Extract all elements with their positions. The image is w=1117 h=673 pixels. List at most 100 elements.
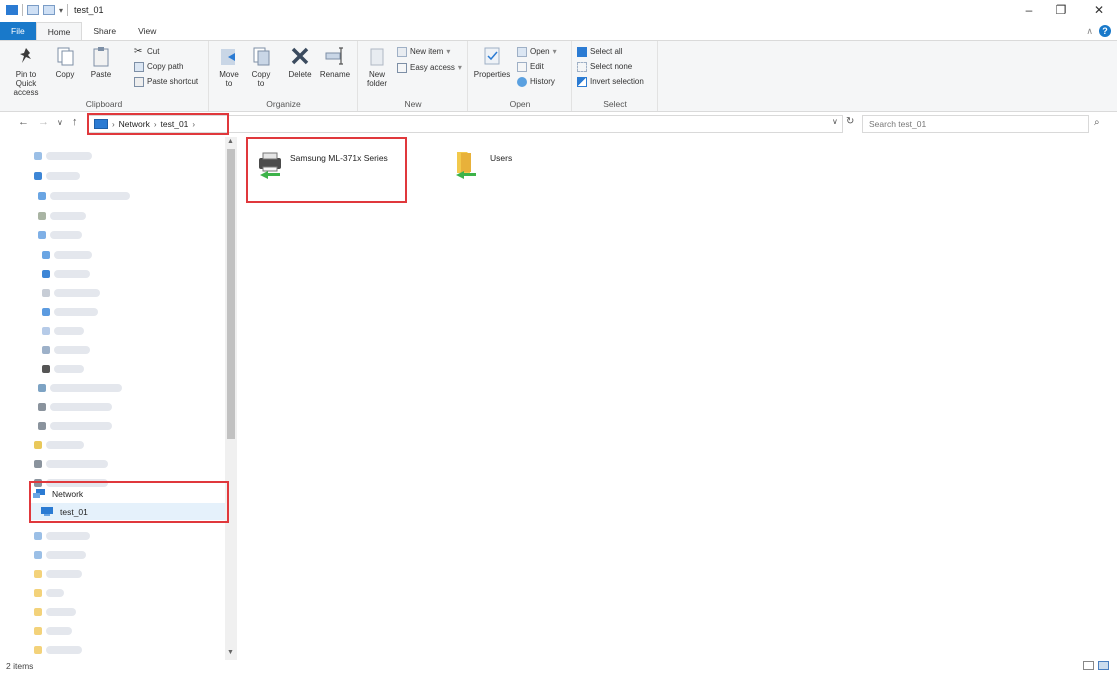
new-item-button[interactable]: New item ▾ <box>397 45 450 58</box>
blurred-nav-item[interactable] <box>46 608 76 616</box>
pin-quick-access-button[interactable]: Pin to Quick access <box>8 45 44 97</box>
search-input[interactable]: Search test_01 <box>862 115 1089 133</box>
blurred-nav-item[interactable] <box>46 627 72 635</box>
list-item[interactable]: Users <box>452 149 512 181</box>
blurred-icon <box>34 608 42 616</box>
select-group: Select all Select none Invert selection … <box>573 41 658 111</box>
scroll-up-icon[interactable]: ▲ <box>227 138 234 145</box>
blurred-icon <box>34 627 42 635</box>
quick-access-toolbar: ▾ test_01 <box>6 4 104 16</box>
back-arrow-icon[interactable]: ← <box>18 116 29 128</box>
minimize-ribbon-icon[interactable]: ∧ <box>1086 26 1093 37</box>
blurred-nav-item[interactable] <box>54 251 92 259</box>
cut-button[interactable]: ✂ Cut <box>134 45 159 58</box>
blurred-nav-item[interactable] <box>50 192 130 200</box>
blurred-icon <box>38 212 46 220</box>
scissors-icon: ✂ <box>134 45 143 57</box>
blurred-nav-item[interactable] <box>54 365 84 373</box>
highlight-network-box <box>29 481 229 523</box>
rename-button[interactable]: Rename <box>318 45 352 79</box>
paste-icon <box>90 45 112 67</box>
blurred-nav-item[interactable] <box>46 589 64 597</box>
help-icon[interactable]: ? <box>1099 25 1111 37</box>
blurred-icon <box>38 192 46 200</box>
pin-icon <box>15 45 37 67</box>
highlight-printer-box <box>246 137 407 203</box>
customize-qat-icon[interactable]: ▾ <box>59 6 63 15</box>
blurred-nav-item[interactable] <box>46 532 90 540</box>
forward-arrow-icon[interactable]: → <box>38 116 49 128</box>
recent-locations-icon[interactable]: ∨ <box>57 118 63 127</box>
blurred-nav-item[interactable] <box>54 346 90 354</box>
properties-icon[interactable] <box>27 5 39 15</box>
shared-folder-icon <box>452 149 480 181</box>
blurred-nav-item[interactable] <box>46 172 80 180</box>
blurred-nav-item[interactable] <box>46 460 108 468</box>
ribbon-help-area: ∧ ? <box>1086 25 1111 37</box>
blurred-icon <box>34 532 42 540</box>
copy-path-button[interactable]: Copy path <box>134 60 183 73</box>
maximize-button[interactable]: ❐ <box>1047 2 1075 18</box>
delete-button[interactable]: Delete <box>284 45 316 79</box>
open-group-label: Open <box>509 99 531 109</box>
blurred-nav-item[interactable] <box>46 551 86 559</box>
blurred-icon <box>38 231 46 239</box>
up-arrow-icon[interactable]: ↑ <box>72 116 78 128</box>
blurred-icon <box>34 646 42 654</box>
easy-access-button[interactable]: Easy access ▾ <box>397 61 462 74</box>
new-folder-button[interactable]: New folder <box>363 45 391 88</box>
nav-scrollbar[interactable]: ▲ ▼ <box>225 137 237 660</box>
blurred-nav-item[interactable] <box>46 441 84 449</box>
tab-share[interactable]: Share <box>82 22 127 40</box>
new-folder-icon[interactable] <box>43 5 55 15</box>
new-group-label: New <box>404 99 422 109</box>
edit-button[interactable]: Edit <box>517 60 544 73</box>
tab-home[interactable]: Home <box>35 22 83 40</box>
blurred-nav-item[interactable] <box>46 570 82 578</box>
tab-view[interactable]: View <box>127 22 167 40</box>
address-dropdown-icon[interactable]: ∨ <box>832 117 838 126</box>
select-none-button[interactable]: Select none <box>577 60 632 73</box>
move-to-button[interactable]: Move to <box>216 45 242 88</box>
scrollbar-thumb[interactable] <box>227 149 235 439</box>
copy-button[interactable]: Copy <box>52 45 78 79</box>
large-icons-view-icon[interactable] <box>1098 661 1109 670</box>
clipboard-group: Pin to Quick access Copy Paste ✂ Cut Cop… <box>0 41 209 111</box>
select-all-button[interactable]: Select all <box>577 45 622 58</box>
blurred-nav-item[interactable] <box>50 403 112 411</box>
paste-button[interactable]: Paste <box>86 45 116 79</box>
window-title: test_01 <box>74 5 104 15</box>
close-button[interactable]: ✕ <box>1085 2 1113 18</box>
blurred-nav-item[interactable] <box>50 384 122 392</box>
history-button[interactable]: History <box>517 75 555 88</box>
scroll-down-icon[interactable]: ▼ <box>227 649 234 656</box>
blurred-nav-item[interactable] <box>50 212 86 220</box>
blurred-nav-item[interactable] <box>54 270 90 278</box>
invert-selection-icon <box>577 76 587 87</box>
details-view-icon[interactable] <box>1083 661 1094 670</box>
tab-file[interactable]: File <box>0 22 36 40</box>
blurred-nav-item[interactable] <box>54 308 98 316</box>
new-folder-icon <box>366 45 388 67</box>
blurred-icon <box>42 270 50 278</box>
blurred-nav-item[interactable] <box>50 231 82 239</box>
blurred-nav-item[interactable] <box>46 646 82 654</box>
minimize-button[interactable]: – <box>1015 2 1043 18</box>
blurred-icon <box>42 327 50 335</box>
open-group: Properties Open ▾ Edit History Open <box>469 41 572 111</box>
blurred-nav-item[interactable] <box>54 289 100 297</box>
blurred-nav-item[interactable] <box>50 422 112 430</box>
blurred-nav-item[interactable] <box>54 327 84 335</box>
invert-selection-button[interactable]: Invert selection <box>577 75 644 88</box>
search-icon[interactable]: ⌕ <box>1094 117 1100 128</box>
properties-button[interactable]: Properties <box>473 45 511 79</box>
paste-shortcut-button[interactable]: Paste shortcut <box>134 75 198 88</box>
copy-to-button[interactable]: Copy to <box>248 45 274 88</box>
refresh-icon[interactable]: ↻ <box>846 116 854 127</box>
toolbar-separator <box>67 4 69 16</box>
ribbon: Pin to Quick access Copy Paste ✂ Cut Cop… <box>0 40 1117 112</box>
blurred-icon <box>38 384 46 392</box>
new-group: New folder New item ▾ Easy access ▾ New <box>359 41 468 111</box>
open-button[interactable]: Open ▾ <box>517 45 557 58</box>
blurred-nav-item[interactable] <box>46 152 92 160</box>
